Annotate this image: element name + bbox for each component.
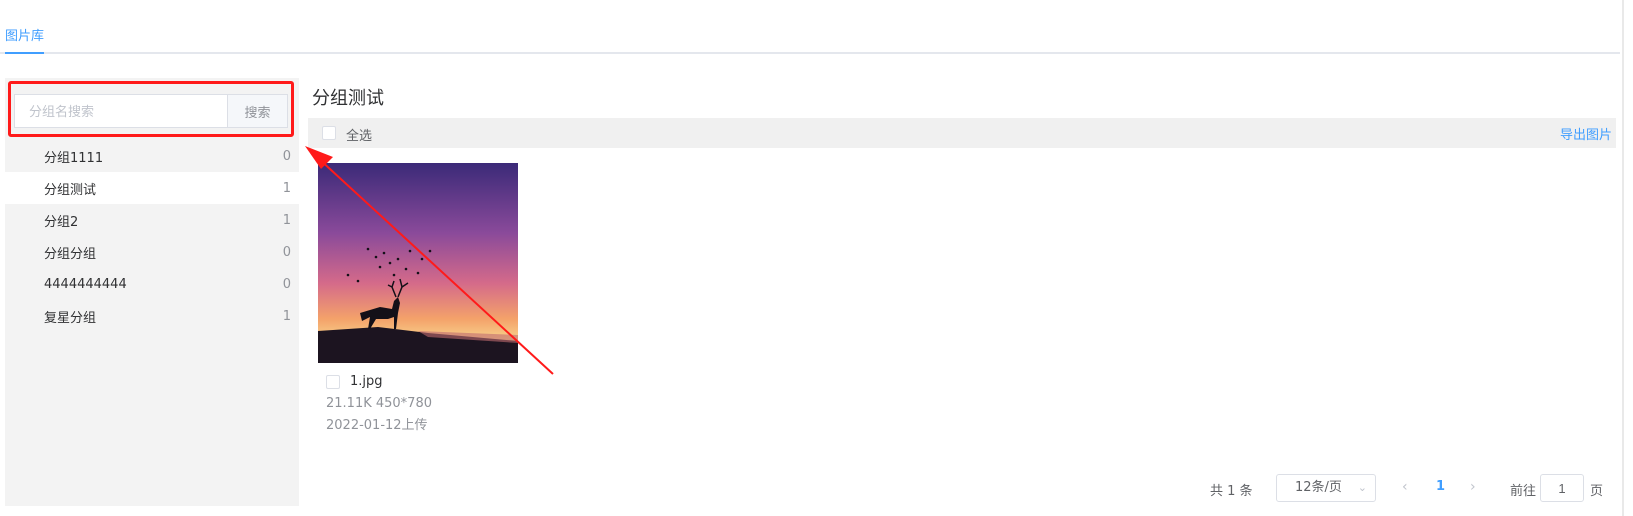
group-name: 分组测试: [44, 182, 97, 198]
goto-label: 前往: [1510, 484, 1537, 499]
goto-page-input[interactable]: [1540, 474, 1584, 502]
group-item[interactable]: 分组1111 0: [5, 140, 299, 172]
group-item[interactable]: 分组2 1: [5, 204, 299, 236]
scrollbar[interactable]: [1622, 0, 1624, 516]
chevron-down-icon: ⌄: [1357, 481, 1367, 494]
pagination: 共 1 条 12条/页 ⌄ ‹ 1 › 前往 页: [1210, 474, 1622, 504]
group-name: 4444444444: [44, 276, 127, 292]
next-page-icon[interactable]: ›: [1470, 479, 1476, 495]
image-card: 1.jpg 21.11K 450*780 2022-01-12上传: [318, 163, 518, 433]
image-checkbox[interactable]: [326, 375, 340, 389]
page-title: 分组测试: [312, 88, 384, 109]
group-item[interactable]: 分组分组 0: [5, 236, 299, 268]
image-thumbnail[interactable]: [318, 163, 518, 363]
image-meta: 21.11K 450*780: [326, 396, 432, 411]
tab-bar: 图片库: [0, 0, 1620, 54]
group-search: 搜索: [14, 94, 288, 128]
image-toolbar: 全选 导出图片: [308, 118, 1616, 148]
group-name: 分组1111: [44, 150, 104, 166]
group-list: 分组1111 0 分组测试 1 分组2 1 分组分组 0 4444444444 …: [5, 140, 299, 332]
group-name: 分组2: [44, 214, 79, 230]
group-search-input[interactable]: [15, 95, 227, 127]
export-images-link[interactable]: 导出图片: [1560, 124, 1612, 143]
select-all-checkbox[interactable]: [322, 126, 336, 140]
group-item-active[interactable]: 分组测试 1: [5, 172, 299, 204]
tab-image-library[interactable]: 图片库: [5, 25, 45, 54]
group-sidebar: 搜索 分组1111 0 分组测试 1 分组2 1 分组分组 0 44444444…: [5, 78, 299, 506]
select-all-label: 全选: [346, 129, 373, 144]
group-count: 0: [282, 276, 291, 292]
prev-page-icon[interactable]: ‹: [1402, 479, 1408, 495]
group-name: 复星分组: [44, 310, 97, 326]
pagination-total: 共 1 条: [1210, 484, 1253, 499]
group-count: 1: [282, 180, 291, 196]
image-filename: 1.jpg: [350, 374, 383, 389]
page-number-current[interactable]: 1: [1436, 479, 1445, 494]
page-size-select[interactable]: 12条/页 ⌄: [1276, 474, 1376, 502]
page-suffix-label: 页: [1590, 484, 1604, 499]
group-item[interactable]: 4444444444 0: [5, 268, 299, 300]
group-name: 分组分组: [44, 246, 97, 262]
group-count: 1: [282, 308, 291, 324]
group-count: 0: [282, 244, 291, 260]
group-item[interactable]: 复星分组 1: [5, 300, 299, 332]
group-count: 0: [282, 148, 291, 164]
group-count: 1: [282, 212, 291, 228]
image-upload-date: 2022-01-12上传: [326, 418, 428, 433]
search-button[interactable]: 搜索: [227, 95, 287, 127]
page-size-value: 12条/页: [1295, 480, 1342, 495]
